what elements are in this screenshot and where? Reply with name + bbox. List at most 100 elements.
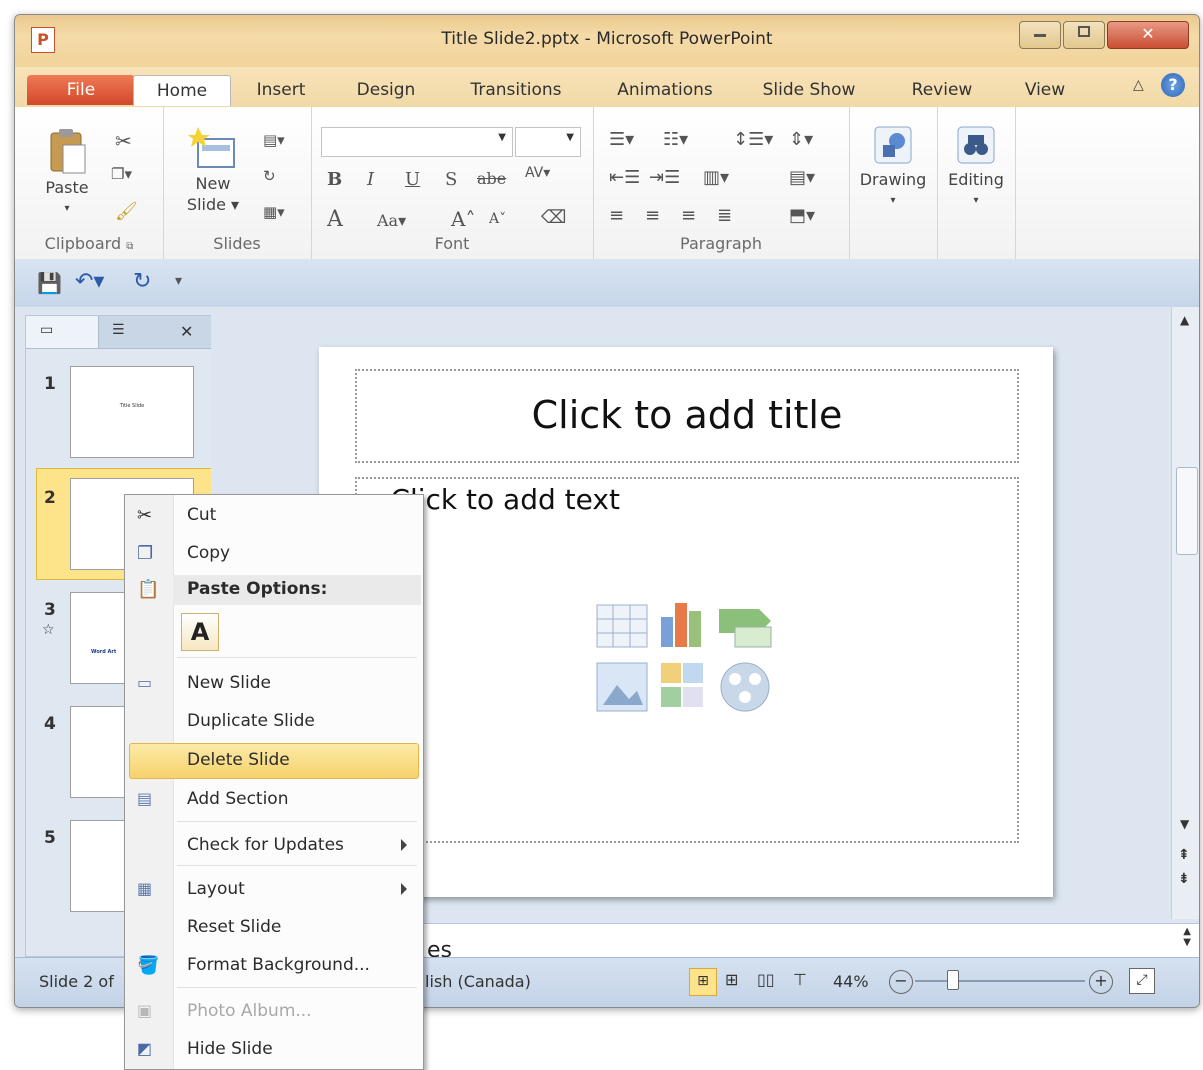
tab-view[interactable]: View bbox=[1015, 75, 1075, 105]
menu-item-photo-album[interactable]: ▣ Photo Album... bbox=[125, 995, 423, 1029]
insert-clip-art-icon[interactable] bbox=[661, 663, 703, 707]
section-icon[interactable]: ▦▾ bbox=[263, 203, 285, 221]
tab-design[interactable]: Design bbox=[345, 75, 427, 105]
menu-item-format-background[interactable]: 🪣 Format Background... bbox=[125, 949, 423, 983]
drawing-button[interactable]: Drawing ▾ bbox=[853, 125, 933, 211]
menu-item-layout[interactable]: ▦ Layout bbox=[125, 873, 423, 907]
bold-icon[interactable]: B bbox=[327, 169, 342, 190]
zoom-slider-thumb[interactable] bbox=[947, 970, 959, 990]
menu-item-new-slide[interactable]: ▭ New Slide bbox=[125, 667, 423, 701]
reading-view-icon[interactable]: ▯▯ bbox=[757, 970, 775, 989]
previous-slide-icon[interactable]: ⇞ bbox=[1178, 847, 1190, 863]
tab-slide-show[interactable]: Slide Show bbox=[755, 75, 863, 105]
insert-smartart-icon[interactable] bbox=[719, 609, 772, 648]
thumb1-text: Title Slide bbox=[119, 403, 145, 409]
justify-icon[interactable]: ≣ bbox=[717, 205, 732, 226]
align-center-icon[interactable]: ≡ bbox=[645, 205, 660, 226]
fit-to-window-icon[interactable]: ⤢ bbox=[1129, 968, 1155, 994]
bullets-icon[interactable]: ☰▾ bbox=[609, 129, 634, 150]
zoom-slider-track[interactable] bbox=[915, 980, 1085, 982]
insert-media-icon[interactable] bbox=[720, 662, 770, 712]
insert-table-icon[interactable] bbox=[596, 604, 648, 648]
decrease-indent-icon[interactable]: ⇤☰ bbox=[609, 167, 640, 188]
menu-item-hide-slide[interactable]: ◩ Hide Slide bbox=[125, 1033, 423, 1067]
slide-sorter-icon[interactable]: ⊞ bbox=[725, 970, 738, 989]
tab-outline[interactable]: ☰ bbox=[98, 316, 170, 348]
reset-icon[interactable]: ↻ bbox=[263, 167, 276, 185]
cut-icon[interactable]: ✂ bbox=[115, 129, 132, 153]
menu-item-delete-slide[interactable]: Delete Slide bbox=[129, 743, 419, 779]
align-right-icon[interactable]: ≡ bbox=[681, 205, 696, 226]
numbering-icon[interactable]: ☷▾ bbox=[663, 129, 688, 150]
menu-item-reset-slide[interactable]: Reset Slide bbox=[125, 911, 423, 945]
zoom-out-icon[interactable]: − bbox=[889, 970, 913, 994]
format-painter-icon[interactable]: 🖌 bbox=[115, 201, 138, 222]
font-name-combobox[interactable]: ▼ bbox=[321, 127, 513, 157]
menu-item-duplicate-slide[interactable]: Duplicate Slide bbox=[125, 705, 423, 739]
tab-file[interactable]: File bbox=[27, 75, 135, 105]
menu-item-cut[interactable]: ✂ Cut bbox=[125, 499, 423, 533]
copy-icon[interactable]: ❐▾ bbox=[111, 165, 132, 183]
clear-formatting-icon[interactable]: ⌫ bbox=[541, 207, 566, 228]
dialog-launcher-icon[interactable]: ⧉ bbox=[126, 241, 133, 252]
align-left-icon[interactable]: ≡ bbox=[609, 205, 624, 226]
shrink-font-icon[interactable]: A˅ bbox=[489, 211, 506, 227]
help-icon[interactable]: ? bbox=[1161, 73, 1185, 97]
editing-button[interactable]: Editing ▾ bbox=[937, 125, 1015, 211]
minimize-ribbon-icon[interactable]: △ bbox=[1133, 77, 1144, 93]
slide-show-icon[interactable]: ⊤ bbox=[793, 970, 807, 989]
insert-picture-icon[interactable] bbox=[596, 662, 648, 712]
tab-animations[interactable]: Animations bbox=[605, 75, 725, 105]
insert-chart-icon[interactable] bbox=[661, 603, 701, 647]
align-text-icon[interactable]: ▤▾ bbox=[789, 167, 815, 188]
change-case-icon[interactable]: Aa▾ bbox=[377, 211, 406, 230]
save-icon[interactable]: 💾 bbox=[37, 271, 62, 295]
new-slide-button[interactable]: New Slide ▾ bbox=[173, 125, 253, 215]
tab-review[interactable]: Review bbox=[903, 75, 981, 105]
paste-button[interactable]: Paste ▾ bbox=[27, 127, 107, 219]
minimize-button[interactable] bbox=[1019, 21, 1061, 49]
character-spacing-icon[interactable]: AV▾ bbox=[525, 165, 550, 181]
slide-thumbnail-1[interactable]: Title Slide bbox=[70, 366, 194, 458]
vertical-scrollbar[interactable]: ▲ ▼ ⇞ ⇟ bbox=[1171, 307, 1199, 919]
increase-indent-icon[interactable]: ⇥☰ bbox=[649, 167, 680, 188]
scrollbar-thumb[interactable] bbox=[1176, 467, 1198, 555]
scroll-up-icon[interactable]: ▲ bbox=[1180, 313, 1189, 327]
italic-icon[interactable]: I bbox=[367, 169, 374, 190]
menu-item-check-for-updates[interactable]: Check for Updates bbox=[125, 829, 423, 863]
zoom-level[interactable]: 44% bbox=[833, 972, 869, 991]
tab-transitions[interactable]: Transitions bbox=[457, 75, 575, 105]
paste-keep-text-only-button[interactable]: A bbox=[181, 613, 219, 651]
layout-icon[interactable]: ▤▾ bbox=[263, 131, 285, 149]
font-color-icon[interactable]: A bbox=[327, 207, 343, 232]
notes-scroll-icon[interactable]: ▲ ▼ bbox=[1183, 926, 1191, 948]
shadow-icon[interactable]: S bbox=[445, 169, 457, 190]
paste-dropdown-icon[interactable]: ▾ bbox=[27, 198, 107, 219]
normal-view-icon[interactable]: ⊞ bbox=[689, 968, 717, 996]
tab-home[interactable]: Home bbox=[133, 75, 231, 106]
zoom-in-icon[interactable]: + bbox=[1089, 970, 1113, 994]
tab-insert[interactable]: Insert bbox=[241, 75, 321, 105]
next-slide-icon[interactable]: ⇟ bbox=[1178, 871, 1190, 887]
underline-icon[interactable]: U bbox=[405, 169, 420, 190]
menu-item-copy[interactable]: ❐ Copy bbox=[125, 537, 423, 571]
customize-qat-icon[interactable]: ▾ bbox=[175, 273, 182, 289]
close-button[interactable]: ✕ bbox=[1107, 21, 1189, 49]
grow-font-icon[interactable]: A˄ bbox=[451, 207, 475, 231]
close-panel-icon[interactable]: ✕ bbox=[180, 322, 193, 341]
line-spacing-icon[interactable]: ↕☰▾ bbox=[733, 129, 773, 150]
scroll-down-icon[interactable]: ▼ bbox=[1180, 817, 1189, 831]
repeat-icon[interactable]: ↻ bbox=[133, 269, 151, 294]
maximize-button[interactable] bbox=[1063, 21, 1105, 49]
language-status[interactable]: lish (Canada) bbox=[425, 972, 531, 991]
undo-icon[interactable]: ↶▾ bbox=[75, 269, 104, 294]
strikethrough-icon[interactable]: abe bbox=[477, 169, 506, 188]
smartart-convert-icon[interactable]: ⬒▾ bbox=[789, 205, 815, 226]
columns-icon[interactable]: ▥▾ bbox=[703, 167, 729, 188]
font-size-combobox[interactable]: ▼ bbox=[515, 127, 581, 157]
title-placeholder[interactable]: Click to add title bbox=[355, 369, 1019, 463]
text-direction-icon[interactable]: ⇕▾ bbox=[789, 129, 813, 150]
tab-slides-thumbnails[interactable]: ▭ bbox=[26, 316, 99, 348]
menu-item-add-section[interactable]: ▤ Add Section bbox=[125, 783, 423, 817]
content-placeholder[interactable]: • Click to add text bbox=[355, 477, 1019, 843]
